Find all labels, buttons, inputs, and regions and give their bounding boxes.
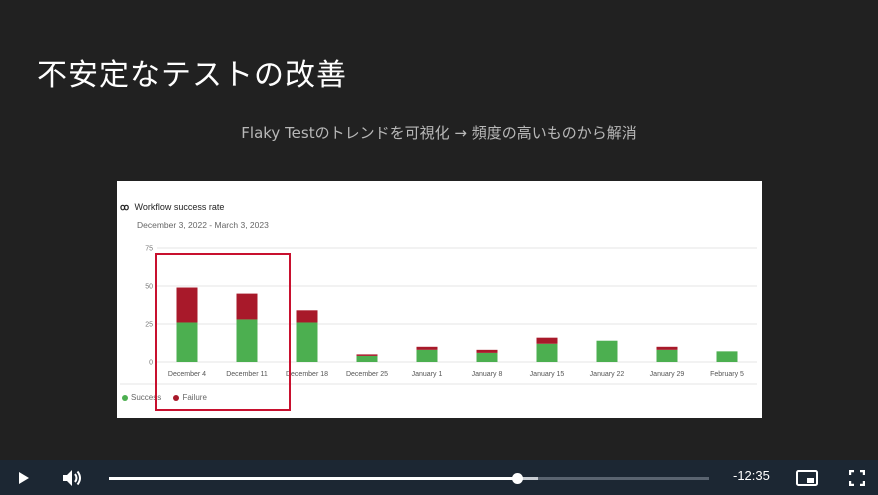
- x-tick-label: December 18: [286, 371, 328, 378]
- x-tick-label: January 22: [590, 371, 625, 378]
- progress-bar[interactable]: [109, 473, 709, 484]
- bar-success: [416, 349, 438, 362]
- x-tick-label: January 1: [412, 371, 443, 378]
- x-tick-label: January 15: [530, 371, 565, 378]
- slide-subtitle: Flaky Testのトレンドを可視化 → 頻度の高いものから解消: [241, 124, 637, 142]
- progress-thumb[interactable]: [512, 473, 523, 484]
- bar-success: [476, 352, 498, 362]
- y-tick-label: 25: [145, 322, 153, 329]
- picture-in-picture-icon: [796, 469, 818, 486]
- bar-success: [536, 343, 558, 362]
- x-tick-label: January 29: [650, 371, 685, 378]
- volume-icon: [63, 469, 81, 486]
- picture-in-picture-button[interactable]: [794, 460, 820, 495]
- play-button[interactable]: [10, 460, 36, 495]
- slide: 不安定なテストの改善 Flaky Testのトレンドを可視化 → 頻度の高いもの…: [0, 0, 878, 460]
- bar-failure: [536, 337, 558, 344]
- highlight-box: [155, 253, 291, 411]
- progress-played: [109, 477, 517, 480]
- slide-title: 不安定なテストの改善: [37, 58, 347, 93]
- bar-failure: [296, 310, 318, 323]
- x-tick-label: December 25: [346, 371, 388, 378]
- play-icon: [19, 471, 29, 484]
- x-tick-label: February 5: [710, 371, 744, 378]
- bar-success: [296, 322, 318, 362]
- bar-failure: [656, 346, 678, 350]
- bar-failure: [476, 349, 498, 353]
- fullscreen-button[interactable]: [846, 460, 868, 495]
- bar-failure: [416, 346, 438, 350]
- bar-success: [596, 340, 618, 362]
- y-tick-label: 75: [145, 246, 153, 253]
- x-tick-label: January 8: [472, 371, 503, 378]
- y-tick-label: 0: [149, 360, 153, 367]
- bar-success: [356, 355, 378, 362]
- success-dot-icon: [122, 395, 128, 402]
- bar-failure: [356, 354, 378, 356]
- bar-success: [656, 349, 678, 362]
- chart-screenshot: ꝏ Workflow success rate December 3, 2022…: [117, 181, 762, 418]
- bar-success: [716, 351, 738, 362]
- time-remaining: -12:35: [733, 468, 770, 483]
- volume-button[interactable]: [58, 460, 86, 495]
- fullscreen-icon: [849, 469, 865, 486]
- y-tick-label: 50: [145, 284, 153, 291]
